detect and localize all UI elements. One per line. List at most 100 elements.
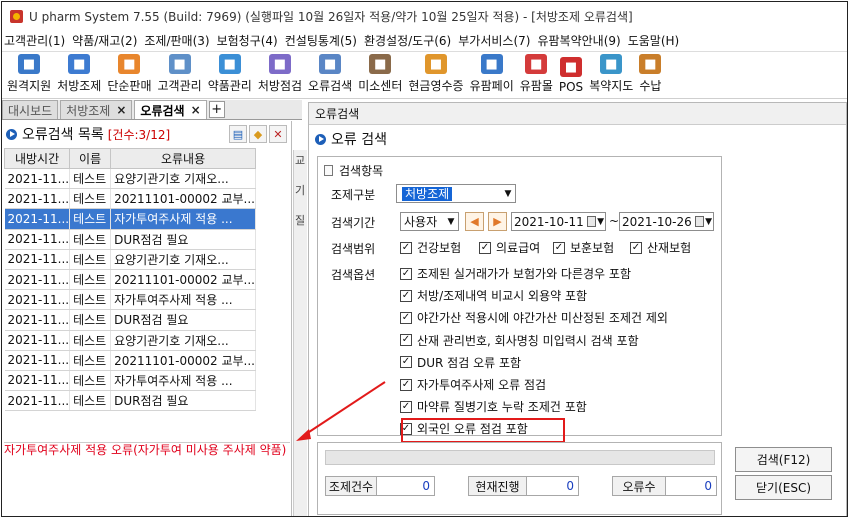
- error-list-panel: 오류검색 목록 [건수:3/12] ▤ ◆ ✕ 내방시간 이름 오류내용 2021-…: [2, 121, 292, 516]
- range-checkbox-2[interactable]: ✓ 보훈보험: [553, 239, 614, 256]
- document-icon: [324, 165, 333, 176]
- table-row[interactable]: 2021-11... 테스트 요양기관기호 기재오...: [4, 330, 256, 351]
- table-row[interactable]: 2021-11... 테스트 요양기관기호 기재오...: [4, 249, 256, 270]
- table-row[interactable]: 2021-11... 테스트 자가투여주사제 적용 ...: [4, 370, 256, 392]
- print-icon[interactable]: ▤: [229, 125, 247, 143]
- column-header[interactable]: 이름: [69, 148, 112, 169]
- menu-item[interactable]: 부가서비스(7): [458, 32, 530, 49]
- toolbar-button-11[interactable]: ■ POS: [557, 53, 585, 98]
- checkbox-check-icon: ✓: [400, 356, 412, 369]
- section-bullet-icon: [6, 128, 17, 140]
- toolbar-button-7[interactable]: ■ 미소센터: [356, 53, 404, 98]
- counter-label: 현재진행: [468, 476, 527, 496]
- column-header[interactable]: 오류내용: [110, 148, 256, 169]
- menu-item[interactable]: 유팜복약안내(9): [537, 32, 620, 49]
- table-cell: 2021-11...: [4, 350, 71, 371]
- chevron-down-icon: ▼: [447, 216, 455, 227]
- option-checkbox-4[interactable]: ✓ DUR 점검 오류 포함: [400, 354, 521, 371]
- remote-support-icon: ■: [18, 54, 41, 74]
- toolbar-button-2[interactable]: ■ 단순판매: [105, 53, 153, 98]
- table-row[interactable]: 2021-11... 테스트 20211101-00002 교부...: [4, 269, 256, 291]
- table-cell: 2021-11...: [4, 188, 71, 210]
- table-cell: 테스트: [69, 269, 112, 291]
- upharm-mall-icon: ■: [525, 54, 548, 74]
- close-icon[interactable]: ×: [116, 103, 126, 117]
- table-row[interactable]: 2021-11... 테스트 20211101-00002 교부...: [4, 350, 256, 371]
- option-checkbox-3[interactable]: ✓ 산재 관리번호, 회사명칭 미입력시 검색 포함: [400, 332, 639, 349]
- table-row[interactable]: 2021-11... 테스트 자가투여주사제 적용 ...: [4, 289, 256, 311]
- table-row[interactable]: 2021-11... 테스트 DUR점검 필요: [4, 229, 256, 250]
- hidden-panel-label-1: 교: [295, 154, 306, 167]
- toolbar-button-label: 고객관리: [157, 79, 202, 93]
- menu-item[interactable]: 컨설팅통계(5): [285, 32, 357, 49]
- range-label: 검색범위: [331, 242, 376, 256]
- close-icon[interactable]: ×: [191, 103, 201, 117]
- toolbar-button-0[interactable]: ■ 원격지원: [5, 53, 53, 98]
- menu-item[interactable]: 도움말(H): [628, 32, 680, 49]
- table-cell: 자가투여주사제 적용 ...: [110, 370, 256, 392]
- simple-sale-icon: ■: [118, 54, 141, 74]
- toolbar-button-5[interactable]: ■ 처방점검: [256, 53, 304, 98]
- table-cell: 요양기관기호 기재오...: [110, 249, 256, 270]
- option-checkbox-0[interactable]: ✓ 조제된 실거래가가 보험가와 다른경우 포함: [400, 265, 631, 282]
- table-cell: 요양기관기호 기재오...: [110, 330, 256, 351]
- table-cell: 테스트: [69, 289, 112, 311]
- close-button[interactable]: 닫기(ESC): [735, 475, 832, 500]
- toolbar-button-4[interactable]: ■ 약품관리: [206, 53, 254, 98]
- option-checkbox-1[interactable]: ✓ 처방/조제내역 비교시 외용약 포함: [400, 287, 587, 304]
- section-bullet-icon: [315, 133, 326, 145]
- range-checkbox-1[interactable]: ✓ 의료급여: [479, 239, 540, 256]
- toolbar-button-8[interactable]: ■ 현금영수증: [406, 53, 465, 98]
- export-icon[interactable]: ◆: [249, 125, 267, 143]
- toolbar-button-label: 수납: [639, 79, 662, 93]
- next-period-button[interactable]: ▶: [488, 212, 507, 231]
- date-from-input[interactable]: 2021-10-11 ▼: [511, 212, 606, 231]
- table-row[interactable]: 2021-11... 테스트 20211101-00002 교부...: [4, 188, 256, 210]
- range-checkbox-0[interactable]: ✓ 건강보험: [400, 239, 461, 256]
- prescription-type-value: 처방조제: [402, 187, 453, 201]
- toolbar-button-3[interactable]: ■ 고객관리: [156, 53, 204, 98]
- column-header[interactable]: 내방시간: [3, 148, 71, 169]
- cash-receipt-icon: ■: [424, 54, 447, 74]
- option-checkbox-2[interactable]: ✓ 야간가산 적용시에 야간가산 미산정된 조제건 제외: [400, 309, 668, 326]
- checkbox-label: 마약류 질병기호 누락 조제건 포함: [417, 400, 587, 415]
- table-row[interactable]: 2021-11... 테스트 DUR점검 필요: [4, 309, 256, 331]
- toolbar-button-6[interactable]: ■ 오류검색: [306, 53, 354, 98]
- delete-icon[interactable]: ✕: [269, 125, 287, 143]
- tab-0[interactable]: 대시보드: [2, 100, 59, 119]
- option-checkbox-5[interactable]: ✓ 자가투여주사제 오류 점검: [400, 376, 546, 393]
- menu-item[interactable]: 조제/판매(3): [144, 32, 209, 49]
- search-button[interactable]: 검색(F12): [735, 447, 832, 472]
- tab-1[interactable]: 처방조제 ×: [60, 100, 133, 119]
- menu-item[interactable]: 환경설정/도구(6): [364, 32, 451, 49]
- table-row[interactable]: 2021-11... 테스트 요양기관기호 기재오...: [4, 168, 256, 190]
- toolbar-button-9[interactable]: ■ 유팜페이: [468, 53, 516, 98]
- date-to-input[interactable]: 2021-10-26 ▼: [619, 212, 714, 231]
- checkbox-check-icon: ✓: [400, 311, 412, 324]
- toolbar-button-13[interactable]: ■ 수납: [637, 53, 663, 98]
- counter-label: 조제건수: [325, 476, 377, 496]
- options-label: 검색옵션: [331, 268, 376, 282]
- error-list-table: 내방시간 이름 오류내용 2021-11... 테스트 요양기관기호 기재오... 202…: [3, 148, 256, 412]
- period-mode-select[interactable]: 사용자 ▼: [400, 212, 459, 231]
- table-cell: DUR점검 필요: [110, 309, 256, 331]
- toolbar-button-1[interactable]: ■ 처방조제: [55, 53, 103, 98]
- option-checkbox-6[interactable]: ✓ 마약류 질병기호 누락 조제건 포함: [400, 398, 587, 415]
- toolbar-button-10[interactable]: ■ 유팜몰: [518, 53, 555, 98]
- table-cell: DUR점검 필요: [110, 229, 256, 250]
- checkbox-label: 산재보험: [647, 241, 692, 255]
- menu-item[interactable]: 약품/재고(2): [72, 32, 137, 49]
- table-cell: 20211101-00002 교부...: [110, 350, 256, 371]
- toolbar-button-label: POS: [558, 80, 584, 94]
- table-row[interactable]: 2021-11... 테스트 DUR점검 필요: [4, 390, 256, 412]
- tab-2[interactable]: 오류검색 ×: [134, 100, 207, 119]
- toolbar-button-12[interactable]: ■ 복약지도: [587, 53, 635, 98]
- prev-period-button[interactable]: ◀: [465, 212, 484, 231]
- prescription-type-select[interactable]: 처방조제 ▼: [396, 184, 516, 203]
- menu-item[interactable]: 보험청구(4): [217, 32, 278, 49]
- range-checkbox-3[interactable]: ✓ 산재보험: [630, 239, 691, 256]
- chevron-down-icon: ▼: [705, 216, 713, 227]
- add-tab-button[interactable]: +: [208, 101, 225, 118]
- menu-item[interactable]: 고객관리(1): [4, 32, 65, 49]
- table-row[interactable]: 2021-11... 테스트 자가투여주사제 적용 ...: [4, 208, 256, 230]
